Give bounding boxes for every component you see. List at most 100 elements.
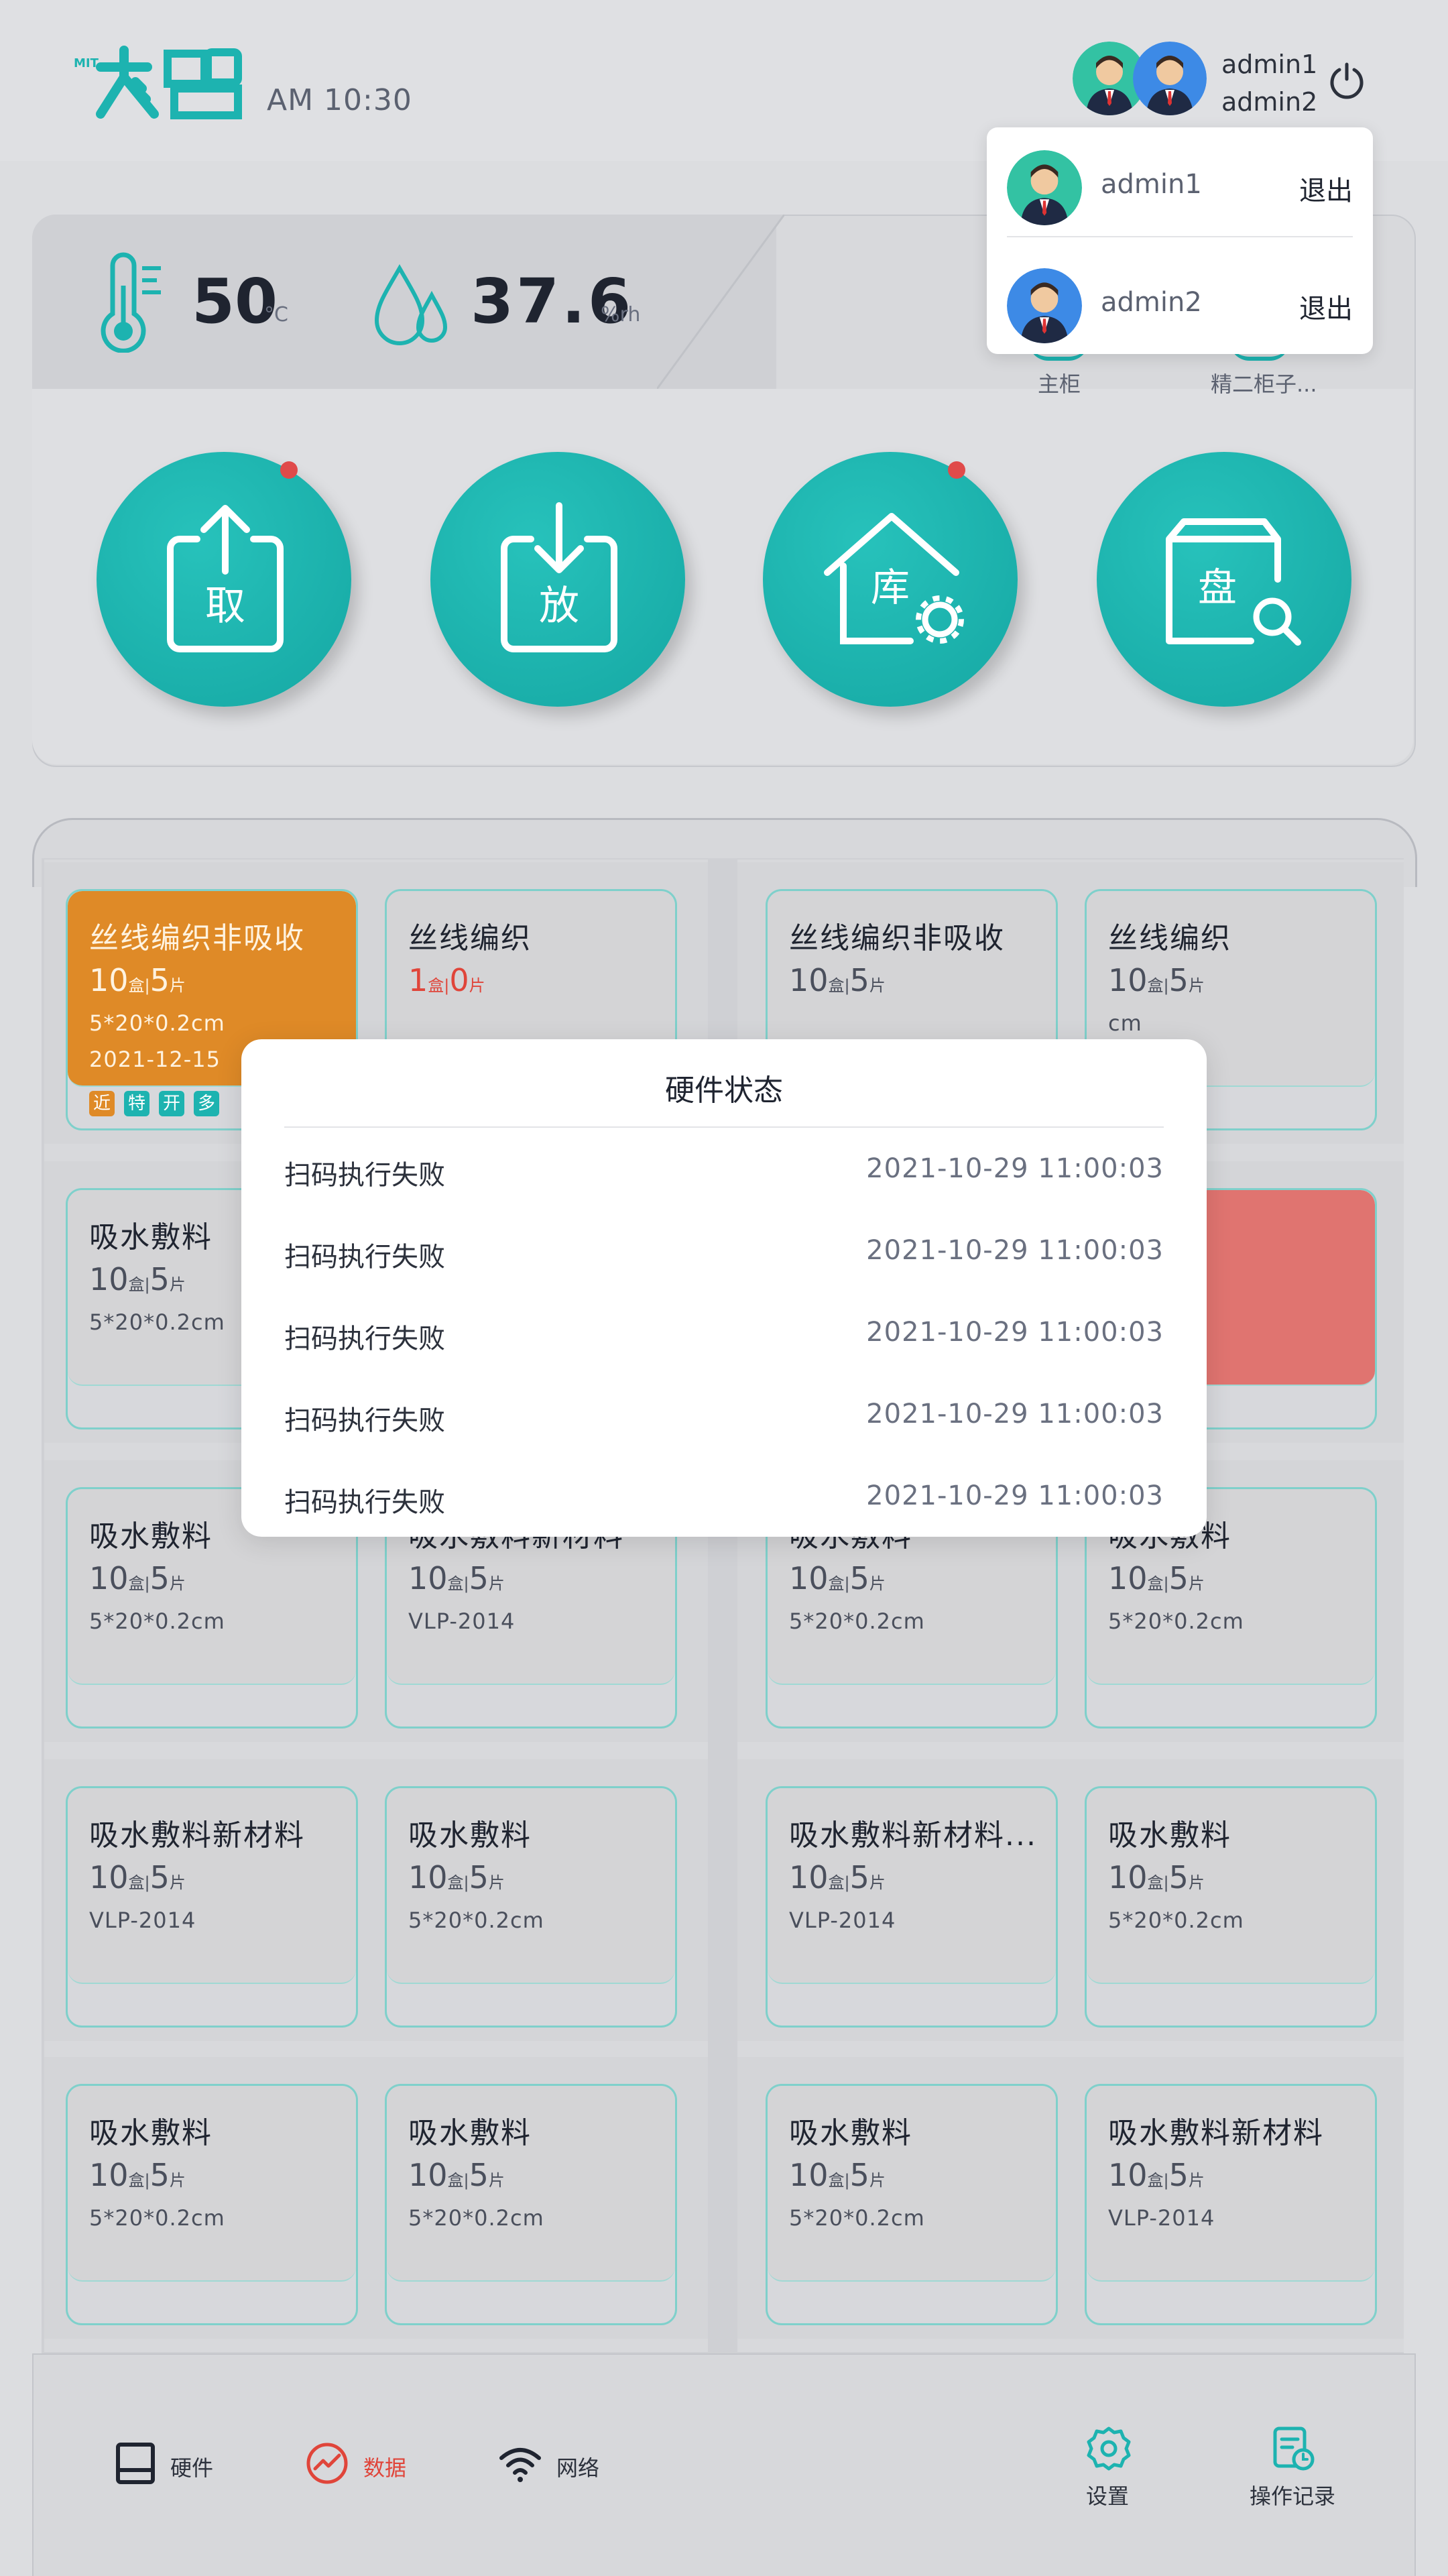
card-quantity: 10盒|5片 [1108, 962, 1205, 998]
box-count: 10 [89, 2157, 129, 2193]
card-tags: 近特开多 [89, 1091, 229, 1116]
item-card[interactable]: 吸水敷料 10盒|5片 5*20*0.2cm [385, 1786, 677, 2028]
power-icon[interactable] [1327, 60, 1366, 99]
card-title: 吸水敷料新材料 [89, 1818, 305, 1853]
status-time: 2021-10-29 11:00:03 [866, 1480, 1164, 1511]
status-time: 2021-10-29 11:00:03 [866, 1399, 1164, 1429]
logout-button-admin1[interactable]: 退出 [1299, 169, 1353, 208]
take-button[interactable]: 取 [97, 452, 351, 707]
box-count: 10 [89, 962, 129, 998]
take-badge-dot [280, 461, 298, 479]
status-message: 扫码执行失败 [284, 1405, 445, 1436]
piece-unit: 片 [1188, 976, 1205, 995]
piece-count: 5 [1168, 2157, 1189, 2193]
card-spec: 5*20*0.2cm [89, 1608, 225, 1634]
temperature-unit: °C [264, 303, 288, 327]
piece-unit: 片 [169, 2171, 186, 2190]
data-chart-icon[interactable] [306, 2442, 349, 2485]
box-unit: 盒 [828, 1574, 845, 1593]
card-title: 丝线编织非吸收 [789, 921, 1005, 955]
item-card[interactable]: 吸水敷料新材料... 10盒|5片 VLP-2014 [766, 1786, 1058, 2028]
box-unit: 盒 [128, 976, 145, 995]
piece-count: 5 [849, 2157, 869, 2193]
piece-count: 5 [149, 962, 170, 998]
piece-unit: 片 [869, 2171, 886, 2190]
card-quantity: 10盒|5片 [408, 1859, 505, 1895]
cabinet-main[interactable]: 主柜 [1038, 367, 1081, 398]
panel-divider-shape [657, 215, 784, 389]
box-count: 10 [1108, 962, 1148, 998]
dropdown-avatar-admin2 [1007, 268, 1082, 343]
settings-gear-icon[interactable] [1085, 2424, 1133, 2473]
card-quantity: 10盒|5片 [89, 1560, 186, 1596]
piece-count: 5 [1168, 1859, 1189, 1895]
card-spec: 5*20*0.2cm [89, 1010, 225, 1036]
user-name-1: admin1 [1221, 50, 1318, 79]
box-unit: 盒 [447, 1574, 464, 1593]
quantity-separator: | [1163, 1574, 1169, 1593]
operation-log-label[interactable]: 操作记录 [1250, 2479, 1335, 2510]
stocktake-button[interactable]: 盘 [1097, 452, 1351, 707]
put-button[interactable]: 放 [430, 452, 685, 707]
piece-unit: 片 [169, 1275, 186, 1294]
quantity-separator: | [1163, 2171, 1169, 2190]
take-label: 取 [205, 583, 245, 630]
piece-unit: 片 [869, 1574, 886, 1593]
piece-unit: 片 [1188, 1574, 1205, 1593]
quantity-separator: | [463, 1873, 469, 1892]
stocktake-box-search-icon: 盘 [1166, 518, 1301, 646]
cabinet-second[interactable]: 精二柜子... [1211, 367, 1317, 398]
box-unit: 盒 [428, 976, 444, 995]
item-card[interactable]: 吸水敷料 10盒|5片 5*20*0.2cm [766, 2084, 1058, 2325]
box-count: 10 [1108, 2157, 1148, 2193]
status-row: 扫码执行失败 2021-10-29 11:00:03 [284, 1399, 1164, 1439]
status-message: 扫码执行失败 [284, 1242, 445, 1273]
item-card[interactable]: 吸水敷料新材料 10盒|5片 VLP-2014 [1085, 2084, 1377, 2325]
item-card[interactable]: 吸水敷料 10盒|5片 5*20*0.2cm [1085, 1786, 1377, 2028]
card-quantity: 10盒|5片 [89, 1859, 186, 1895]
card-quantity: 10盒|5片 [1108, 1859, 1205, 1895]
quantity-separator: | [463, 2171, 469, 2190]
data-label[interactable]: 数据 [363, 2451, 406, 2482]
item-card[interactable]: 吸水敷料 10盒|5片 5*20*0.2cm [385, 2084, 677, 2325]
card-date: 2021-12-15 [89, 1047, 221, 1072]
modal-title: 硬件状态 [665, 1073, 783, 1108]
card-quantity: 10盒|5片 [1108, 2157, 1205, 2193]
status-row: 扫码执行失败 2021-10-29 11:00:03 [284, 1480, 1164, 1521]
piece-count: 5 [469, 1859, 489, 1895]
settings-label[interactable]: 设置 [1086, 2479, 1129, 2510]
network-label[interactable]: 网络 [556, 2451, 599, 2482]
wifi-icon[interactable] [499, 2442, 542, 2485]
box-unit: 盒 [1147, 1873, 1164, 1892]
piece-count: 5 [849, 1560, 869, 1596]
hardware-icon[interactable] [114, 2442, 157, 2485]
user-avatar-admin2[interactable] [1133, 42, 1207, 115]
operation-log-icon[interactable] [1268, 2424, 1317, 2473]
box-unit: 盒 [128, 1275, 145, 1294]
stocktake-label: 盘 [1198, 565, 1237, 610]
card-quantity: 10盒|5片 [89, 2157, 186, 2193]
piece-count: 5 [469, 1560, 489, 1596]
humidity-unit: %rh [601, 303, 641, 327]
box-unit: 盒 [447, 1873, 464, 1892]
logout-button-admin2[interactable]: 退出 [1299, 287, 1353, 326]
status-row: 扫码执行失败 2021-10-29 11:00:03 [284, 1317, 1164, 1357]
box-count: 10 [1108, 1560, 1148, 1596]
hardware-label[interactable]: 硬件 [170, 2451, 213, 2482]
inventory-button[interactable]: 库 [763, 452, 1018, 707]
piece-unit: 片 [488, 1873, 505, 1892]
card-spec: 5*20*0.2cm [1108, 1908, 1244, 1933]
dropdown-divider [1007, 236, 1353, 237]
box-count: 10 [789, 2157, 829, 2193]
item-card[interactable]: 吸水敷料 10盒|5片 5*20*0.2cm [66, 2084, 358, 2325]
card-quantity: 10盒|5片 [1108, 1560, 1205, 1596]
item-card[interactable]: 吸水敷料新材料 10盒|5片 VLP-2014 [66, 1786, 358, 2028]
box-count: 10 [408, 2157, 448, 2193]
box-count: 10 [789, 1560, 829, 1596]
status-time: 2021-10-29 11:00:03 [866, 1317, 1164, 1348]
card-tag: 开 [159, 1091, 184, 1116]
modal-divider [284, 1126, 1164, 1128]
card-quantity: 10盒|5片 [408, 2157, 505, 2193]
box-unit: 盒 [447, 2171, 464, 2190]
box-unit: 盒 [128, 2171, 145, 2190]
